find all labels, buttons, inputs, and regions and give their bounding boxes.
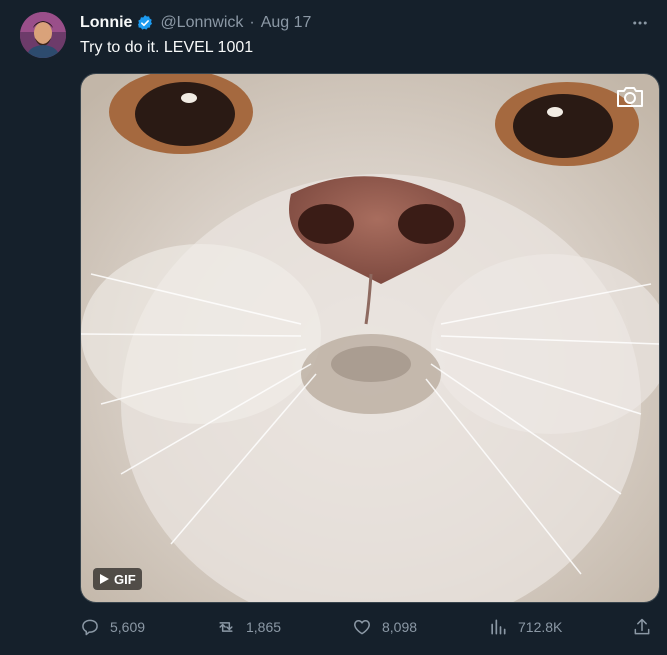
- views-button[interactable]: 712.8K: [488, 617, 562, 637]
- author-name[interactable]: Lonnie: [80, 14, 132, 32]
- tweet-media-gif[interactable]: GIF: [80, 73, 660, 603]
- play-icon: [100, 574, 109, 584]
- heart-icon: [354, 620, 370, 635]
- camera-icon: [615, 84, 645, 110]
- view-count: 712.8K: [518, 619, 563, 635]
- retweet-button[interactable]: 1,865: [216, 617, 281, 637]
- reply-button[interactable]: 5,609: [80, 617, 145, 637]
- tweet[interactable]: Lonnie @Lonnwick · Aug 17 Try to do it. …: [0, 0, 667, 655]
- gif-label: GIF: [114, 571, 136, 587]
- avatar[interactable]: [20, 12, 66, 58]
- tweet-date[interactable]: Aug 17: [261, 14, 312, 32]
- retweet-count: 1,865: [246, 619, 282, 635]
- author-handle[interactable]: @Lonnwick: [160, 14, 243, 32]
- share-icon: [634, 618, 650, 635]
- more-options-button[interactable]: [627, 10, 653, 36]
- tweet-actions: 5,609 1,865 8,098 712.8K: [80, 617, 658, 643]
- tweet-text: Try to do it. LEVEL 1001: [80, 39, 254, 56]
- more-dots-icon: [633, 21, 647, 25]
- verified-badge-icon: [136, 14, 154, 32]
- gif-badge[interactable]: GIF: [93, 568, 142, 590]
- cat-gif-image: [81, 74, 659, 602]
- reply-icon: [82, 619, 98, 636]
- tweet-header: Lonnie @Lonnwick · Aug 17: [80, 14, 311, 32]
- share-button[interactable]: [632, 617, 652, 637]
- bar-chart-icon: [491, 619, 506, 635]
- separator-dot: ·: [249, 14, 255, 31]
- reply-count: 5,609: [110, 619, 146, 635]
- like-count: 8,098: [382, 619, 418, 635]
- like-button[interactable]: 8,098: [352, 617, 417, 637]
- retweet-icon: [219, 622, 233, 632]
